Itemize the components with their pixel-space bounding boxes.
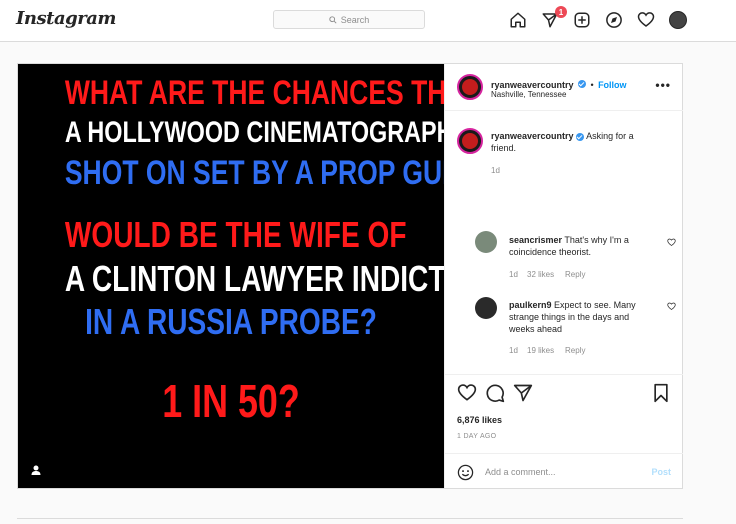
author-avatar[interactable] xyxy=(457,74,483,100)
image-text-line-1: WHAT ARE THE CHANCES THAT xyxy=(64,74,444,112)
instagram-logo[interactable]: Instagram xyxy=(16,8,116,29)
reply-button[interactable]: Reply xyxy=(565,270,585,279)
follow-button[interactable]: Follow xyxy=(598,80,627,90)
add-comment-bar: Add a comment... Post xyxy=(445,453,683,490)
reply-button[interactable]: Reply xyxy=(565,346,585,355)
search-icon xyxy=(329,15,337,24)
comment-likes[interactable]: 32 likes xyxy=(527,270,554,279)
more-options-icon[interactable]: ••• xyxy=(655,78,671,92)
verified-icon xyxy=(576,132,585,141)
verified-icon xyxy=(578,79,586,88)
top-navigation-bar: Instagram Search 1 xyxy=(0,0,736,42)
separator: • xyxy=(590,80,594,90)
post-comment-button[interactable]: Post xyxy=(651,467,671,477)
new-post-icon[interactable] xyxy=(572,10,592,30)
caption-username[interactable]: ryanweavercountry xyxy=(491,131,574,141)
comment-avatar[interactable] xyxy=(475,297,497,319)
comment-icon[interactable] xyxy=(485,383,505,403)
home-icon[interactable] xyxy=(508,10,528,30)
post-actions: 6,876 likes 1 DAY AGO Add a comment... P… xyxy=(445,374,683,489)
activity-heart-icon[interactable] xyxy=(636,10,656,30)
post-sidebar: ryanweavercountry • Follow Nashville, Te… xyxy=(444,64,683,488)
image-text-line-6: IN A RUSSIA PROBE? xyxy=(85,301,377,342)
comment-1: seancrismer That's why I'm a coincidence… xyxy=(509,234,649,258)
post-card: WHAT ARE THE CHANCES THAT A HOLLYWOOD CI… xyxy=(17,63,683,489)
messenger-icon[interactable]: 1 xyxy=(540,6,567,30)
caption: ryanweavercountry Asking for a friend. xyxy=(491,130,661,154)
comment-time: 1d xyxy=(509,270,518,279)
image-text-line-5: A CLINTON LAWYER INDICTED xyxy=(64,258,444,299)
post-header: ryanweavercountry • Follow Nashville, Te… xyxy=(445,64,683,111)
image-text-line-7: 1 IN 50? xyxy=(162,375,300,427)
image-text-line-3: SHOT ON SET BY A PROP GUN xyxy=(64,154,444,192)
likes-count[interactable]: 6,876 likes xyxy=(457,415,502,425)
comment-username[interactable]: paulkern9 xyxy=(509,300,552,310)
comment-time: 1d xyxy=(509,346,518,355)
notification-badge: 1 xyxy=(555,6,567,18)
post-timestamp[interactable]: 1 DAY AGO xyxy=(457,433,496,440)
post-image[interactable]: WHAT ARE THE CHANCES THAT A HOLLYWOOD CI… xyxy=(18,64,444,488)
comment-username[interactable]: seancrismer xyxy=(509,235,562,245)
profile-avatar[interactable] xyxy=(668,10,688,30)
like-heart-icon[interactable] xyxy=(457,383,477,403)
add-comment-input[interactable]: Add a comment... xyxy=(485,467,556,477)
nav-icons: 1 xyxy=(508,6,688,30)
comment-2: paulkern9 Expect to see. Many strange th… xyxy=(509,299,649,335)
share-icon[interactable] xyxy=(513,383,533,403)
explore-icon[interactable] xyxy=(604,10,624,30)
comment-avatar[interactable] xyxy=(475,231,497,253)
search-input[interactable]: Search xyxy=(273,10,425,29)
comment-likes[interactable]: 19 likes xyxy=(527,346,554,355)
caption-time: 1d xyxy=(491,166,500,175)
divider xyxy=(17,518,683,519)
author-username[interactable]: ryanweavercountry xyxy=(491,80,574,90)
caption-avatar[interactable] xyxy=(457,128,483,154)
search-placeholder: Search xyxy=(340,14,370,25)
emoji-icon[interactable] xyxy=(457,464,474,481)
image-text-line-4: WOULD BE THE WIFE OF xyxy=(64,214,407,255)
post-location[interactable]: Nashville, Tennessee xyxy=(491,90,566,99)
comment-like-heart-icon[interactable] xyxy=(667,302,676,311)
image-text-line-2: A HOLLYWOOD CINEMATOGRAPHER xyxy=(64,116,444,149)
bookmark-icon[interactable] xyxy=(651,383,671,403)
user-tag-icon[interactable] xyxy=(30,464,42,476)
comment-like-heart-icon[interactable] xyxy=(667,238,676,247)
